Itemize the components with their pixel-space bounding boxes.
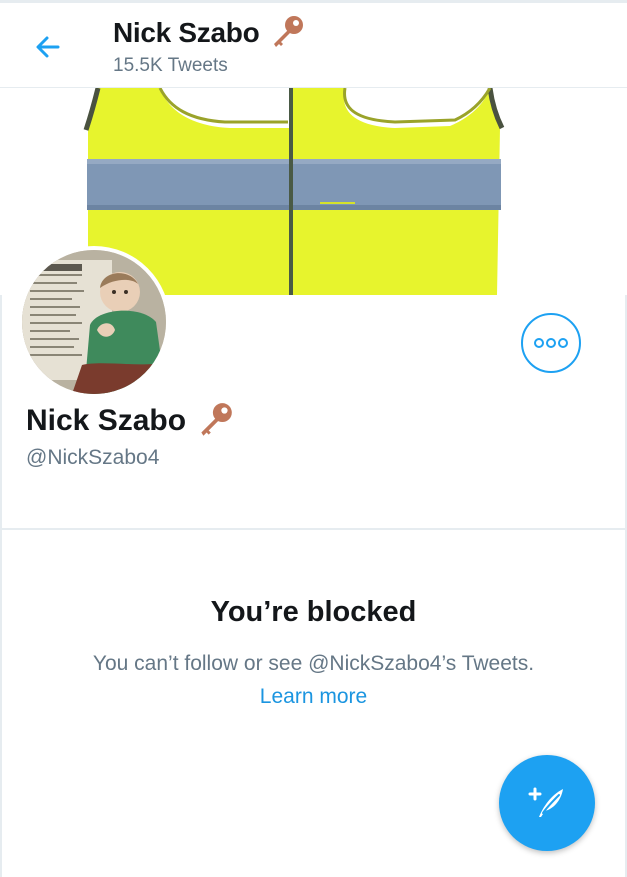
section-divider [0, 528, 627, 530]
avatar-photo [22, 250, 166, 394]
header-title: Nick Szabo [113, 13, 307, 53]
compose-tweet-button[interactable] [499, 755, 595, 851]
back-button[interactable] [28, 27, 68, 67]
blocked-title: You’re blocked [210, 596, 417, 628]
back-arrow-icon [36, 36, 60, 58]
avatar[interactable] [22, 250, 166, 394]
compose-tweet-icon [528, 787, 563, 817]
profile-name-text: Nick Szabo [26, 404, 187, 437]
more-options-icon [534, 338, 568, 348]
profile-name: Nick Szabo [26, 400, 236, 442]
header-name-text: Nick Szabo [113, 17, 260, 48]
key-icon [201, 403, 232, 436]
profile-header-bar: Nick Szabo 15.5K Tweets [0, 3, 627, 88]
key-icon [274, 16, 304, 47]
more-options-button[interactable] [521, 313, 581, 373]
profile-handle: @NickSzabo4 [26, 446, 160, 469]
blocked-message: You can’t follow or see @NickSzabo4’s Tw… [92, 652, 535, 675]
tweet-count: 15.5K Tweets [113, 55, 228, 76]
learn-more-link[interactable]: Learn more [0, 685, 627, 709]
